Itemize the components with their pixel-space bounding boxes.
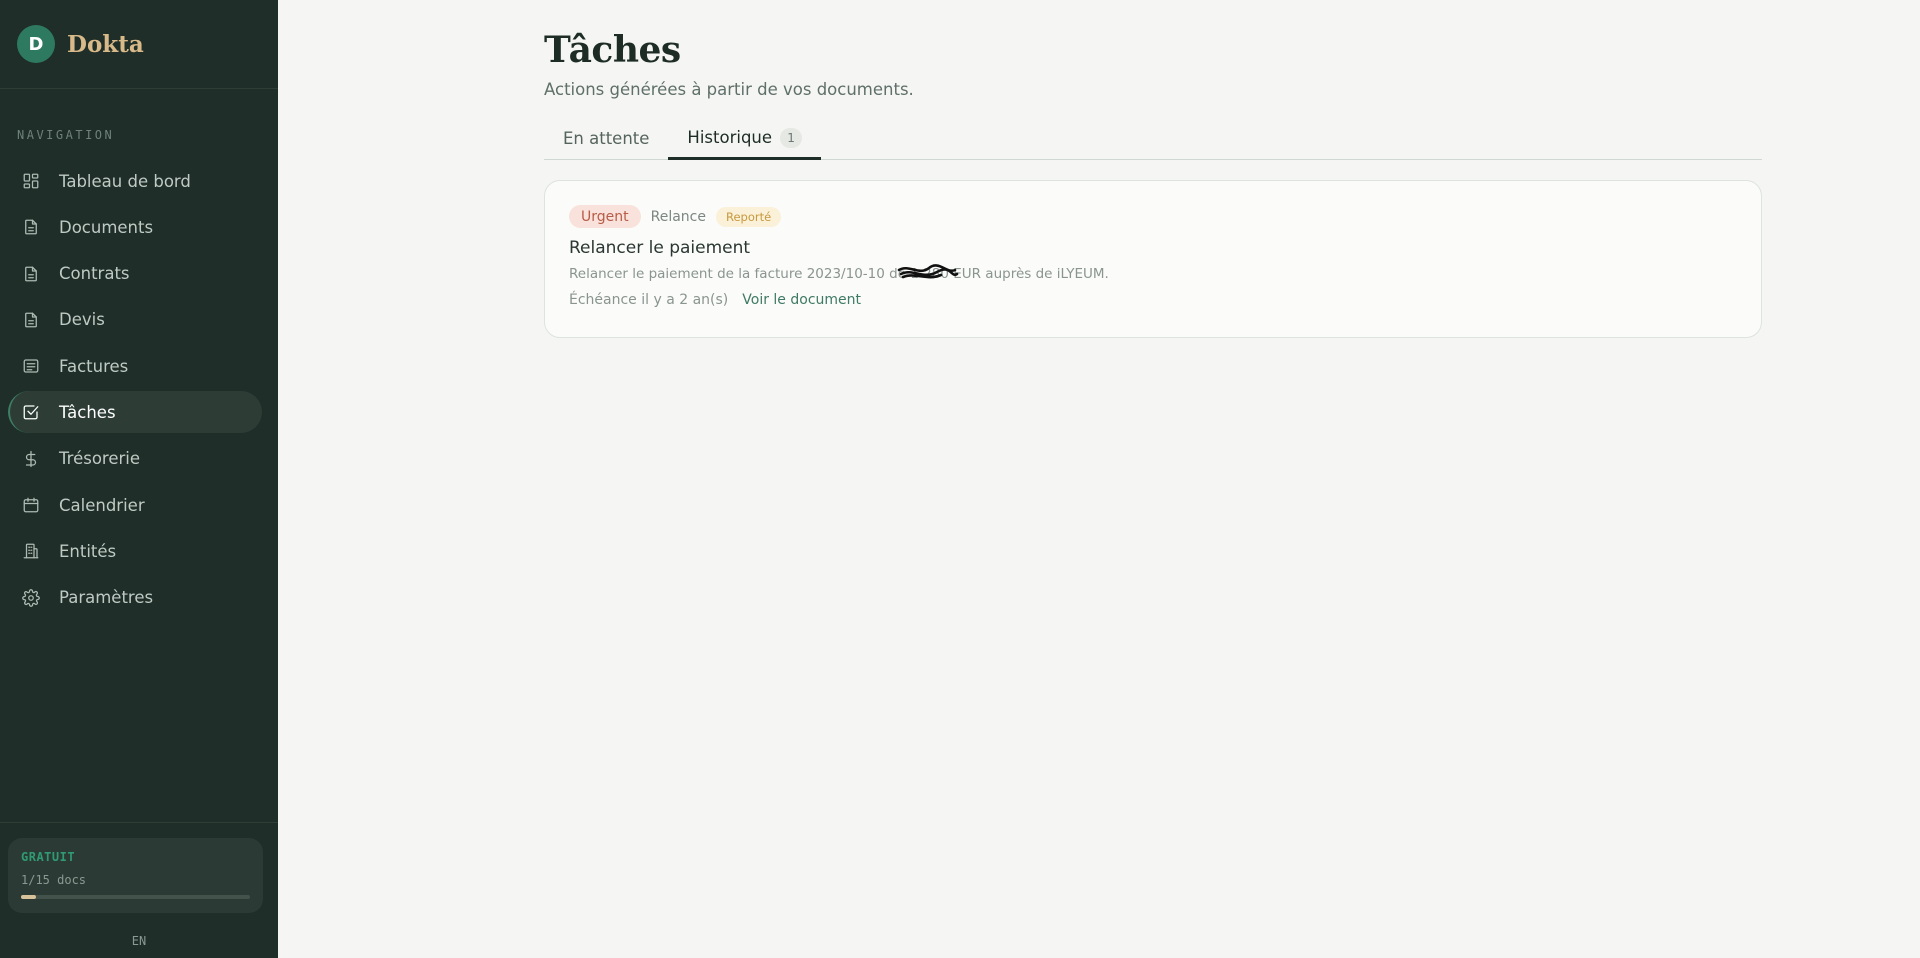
task-card[interactable]: Urgent Relance Reporté Relancer le paiem…: [544, 180, 1762, 338]
sidebar: D Dokta NAVIGATION Tableau de bord Docum…: [0, 0, 278, 958]
status-badge: Reporté: [716, 206, 782, 227]
sidebar-item-calendrier[interactable]: Calendrier: [8, 484, 262, 526]
sidebar-item-contrats[interactable]: Contrats: [8, 253, 262, 295]
language-switch[interactable]: EN: [0, 934, 278, 948]
sidebar-item-label: Devis: [59, 310, 105, 330]
brand[interactable]: D Dokta: [0, 0, 278, 89]
document-icon: [22, 218, 40, 236]
sidebar-item-label: Documents: [59, 217, 154, 237]
dashboard-icon: [22, 172, 40, 190]
page-subtitle: Actions générées à partir de vos documen…: [544, 80, 914, 99]
sidebar-footer: GRATUIT 1/15 docs EN: [0, 822, 278, 958]
tab-label: Historique: [687, 128, 773, 147]
tab-en-attente[interactable]: En attente: [544, 117, 668, 159]
nav-heading: NAVIGATION: [17, 128, 115, 142]
sidebar-item-label: Tâches: [59, 402, 116, 422]
sidebar-item-documents[interactable]: Documents: [8, 206, 262, 248]
sidebar-item-dashboard[interactable]: Tableau de bord: [8, 160, 262, 202]
sidebar-item-label: Paramètres: [59, 588, 154, 608]
sidebar-item-parametres[interactable]: Paramètres: [8, 577, 262, 619]
sidebar-item-entites[interactable]: Entités: [8, 530, 262, 572]
sidebar-item-factures[interactable]: Factures: [8, 345, 262, 387]
task-due-date: Échéance il y a 2 an(s): [569, 292, 729, 308]
sidebar-item-label: Entités: [59, 541, 117, 561]
view-document-link[interactable]: Voir le document: [742, 292, 861, 308]
invoice-icon: [22, 357, 40, 375]
sidebar-item-taches[interactable]: Tâches: [8, 391, 262, 434]
task-description: Relancer le paiement de la facture 2023/…: [569, 264, 1109, 282]
tab-count-badge: 1: [780, 127, 803, 148]
sidebar-item-devis[interactable]: Devis: [8, 299, 262, 341]
tabs: En attente Historique 1: [544, 118, 1762, 160]
brand-logo: D: [17, 25, 55, 63]
main-content: Tâches Actions générées à partir de vos …: [544, 0, 1762, 338]
calendar-icon: [22, 496, 40, 514]
brand-name: Dokta: [67, 30, 144, 58]
task-description-text: Relancer le paiement de la facture 2023/…: [569, 266, 1109, 282]
task-type: Relance: [650, 208, 706, 225]
document-icon: [22, 265, 40, 283]
task-title: Relancer le paiement: [569, 238, 751, 258]
sidebar-item-label: Trésorerie: [59, 449, 141, 469]
sidebar-item-label: Contrats: [59, 264, 130, 284]
plan-usage-bar-fill: [21, 895, 37, 899]
tab-historique[interactable]: Historique 1: [668, 118, 822, 160]
priority-badge: Urgent: [569, 205, 641, 228]
redaction-scribble: [897, 264, 959, 279]
page-title: Tâches: [544, 29, 681, 71]
sidebar-item-label: Tableau de bord: [59, 171, 191, 191]
plan-name: GRATUIT: [21, 850, 76, 864]
sidebar-item-tresorerie[interactable]: Trésorerie: [8, 438, 262, 480]
document-icon: [22, 311, 40, 329]
plan-usage: 1/15 docs: [21, 873, 87, 887]
plan-usage-bar: [21, 895, 250, 899]
task-meta: Échéance il y a 2 an(s) Voir le document: [569, 292, 1737, 308]
sidebar-item-label: Calendrier: [59, 495, 145, 515]
gear-icon: [22, 588, 40, 607]
checkbox-icon: [22, 403, 40, 421]
tab-label: En attente: [563, 128, 650, 148]
building-icon: [22, 542, 40, 560]
dollar-icon: [22, 450, 40, 468]
task-badges: Urgent Relance Reporté: [569, 205, 1737, 228]
nav-list: Tableau de bord Documents Contrats Devis…: [0, 160, 278, 619]
sidebar-item-label: Factures: [59, 356, 129, 376]
plan-card[interactable]: GRATUIT 1/15 docs: [8, 838, 263, 913]
